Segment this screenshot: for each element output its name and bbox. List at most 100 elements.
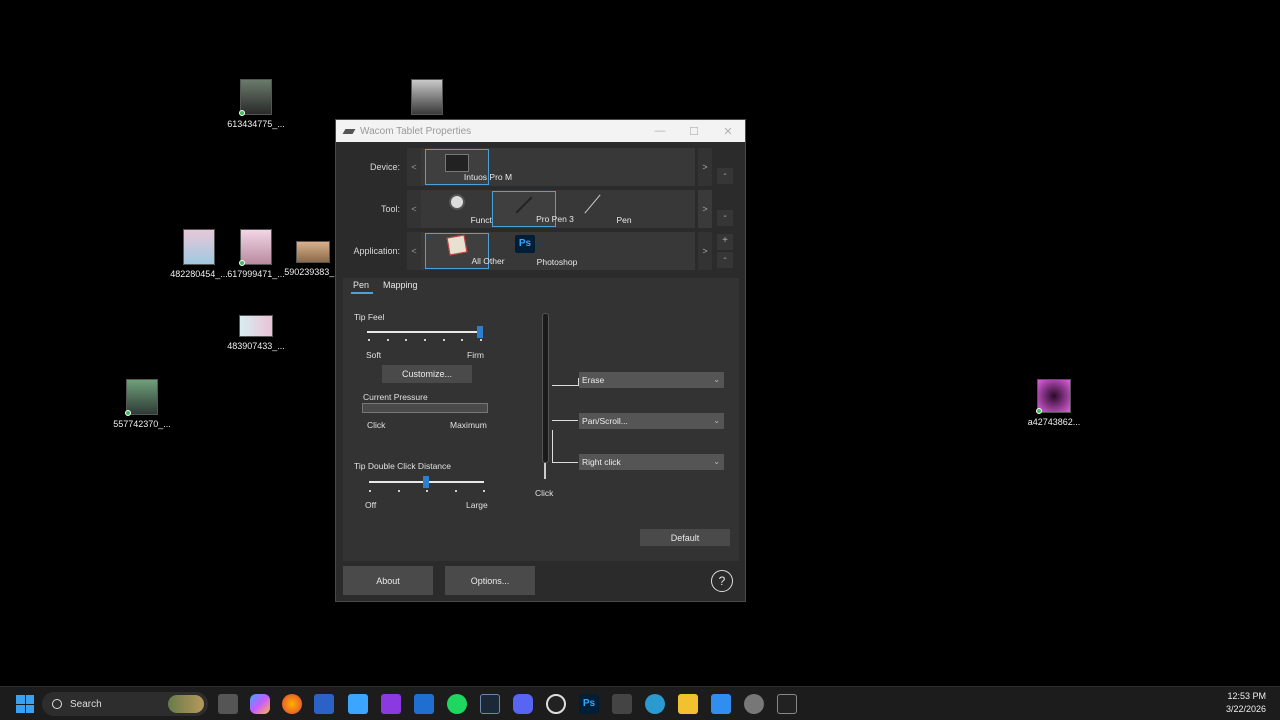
tablet-icon bbox=[445, 154, 469, 172]
pen-graphic bbox=[542, 313, 549, 463]
photoshop-taskbar-icon[interactable]: Ps bbox=[579, 694, 599, 714]
pen-tip bbox=[544, 463, 546, 479]
application-label: Application: bbox=[353, 246, 400, 256]
slider-tick bbox=[405, 339, 408, 341]
double-click-label: Tip Double Click Distance bbox=[354, 461, 451, 471]
wacom-properties-window: Wacom Tablet Properties — ☐ ✕ Device: < … bbox=[335, 119, 746, 602]
desktop-file-icon[interactable] bbox=[382, 79, 472, 119]
tool-scroll-left[interactable]: < bbox=[407, 190, 421, 228]
pan-scroll-value: Pan/Scroll... bbox=[582, 416, 628, 426]
clipchamp-icon[interactable] bbox=[381, 694, 401, 714]
device-label: Device: bbox=[369, 162, 400, 172]
help-icon[interactable]: ? bbox=[711, 570, 733, 592]
lower-button-connector bbox=[552, 462, 578, 463]
app-all-other[interactable]: All Other bbox=[425, 233, 505, 269]
tool-row: Tool: < Functions Pro Pen 3 Pen > - bbox=[336, 190, 747, 228]
tab-mapping[interactable]: Mapping bbox=[383, 278, 418, 294]
pressure-maximum-label: Maximum bbox=[450, 420, 487, 430]
close-button[interactable]: ✕ bbox=[711, 125, 745, 138]
double-click-slider[interactable] bbox=[423, 476, 429, 488]
audio-app-icon[interactable] bbox=[777, 694, 797, 714]
app-add-button[interactable]: + bbox=[717, 234, 733, 250]
clock-date: 3/22/2026 bbox=[1225, 704, 1266, 714]
desktop-file-icon[interactable]: a42743862... bbox=[1009, 379, 1099, 427]
slider-tick bbox=[480, 339, 482, 341]
task-view-icon[interactable] bbox=[218, 694, 238, 714]
erase-value: Erase bbox=[582, 375, 605, 385]
functions-icon bbox=[449, 194, 465, 210]
start-windows-icon[interactable] bbox=[16, 695, 34, 713]
application-strip: < All Other Ps Photoshop bbox=[407, 232, 695, 270]
file-label: a42743862... bbox=[1027, 417, 1081, 427]
desktop-file-icon[interactable]: 613434775_... bbox=[211, 79, 301, 129]
file-label: 590239383_... bbox=[284, 267, 342, 277]
slider-tick bbox=[461, 339, 464, 341]
device-scroll-right[interactable]: > bbox=[698, 148, 712, 186]
slider-tick bbox=[454, 490, 457, 492]
window-title: Wacom Tablet Properties bbox=[360, 125, 472, 137]
file-explorer-icon[interactable] bbox=[678, 694, 698, 714]
app-remove-button[interactable]: - bbox=[717, 252, 733, 268]
system-clock[interactable]: 12:53 PM 3/22/2026 bbox=[1226, 690, 1266, 716]
copilot-icon[interactable] bbox=[250, 694, 270, 714]
desktop-file-icon[interactable]: 483907433_... bbox=[211, 315, 301, 351]
slider-tick bbox=[397, 490, 400, 492]
steam-icon[interactable] bbox=[480, 694, 500, 714]
minimize-button[interactable]: — bbox=[643, 125, 677, 138]
photoshop-badge: Ps bbox=[518, 238, 532, 249]
tip-feel-slider[interactable] bbox=[477, 326, 483, 338]
tab-pen[interactable]: Pen bbox=[351, 278, 374, 294]
options-button[interactable]: Options... bbox=[445, 566, 535, 595]
tool-remove-button[interactable]: - bbox=[717, 210, 733, 226]
image-thumbnail bbox=[125, 379, 158, 416]
firm-label: Firm bbox=[467, 350, 484, 360]
firefox-icon[interactable] bbox=[282, 694, 302, 714]
pen-app-icon bbox=[342, 128, 356, 134]
obs-icon[interactable] bbox=[546, 694, 566, 714]
customize-button[interactable]: Customize... bbox=[382, 365, 472, 383]
image-thumbnail bbox=[239, 79, 272, 116]
search-placeholder: Search bbox=[70, 698, 102, 710]
tool-pen[interactable]: Pen bbox=[560, 191, 632, 227]
app-scroll-right[interactable]: > bbox=[698, 232, 712, 270]
desktop-file-icon[interactable]: 557742370_... bbox=[97, 379, 187, 429]
slider-tick bbox=[368, 339, 370, 341]
powershell-icon[interactable] bbox=[314, 694, 334, 714]
pan-scroll-dropdown[interactable]: Pan/Scroll... ⌄ bbox=[579, 413, 724, 429]
pen-settings-panel: Pen Mapping Tip Feel Soft Firm Customize… bbox=[343, 278, 739, 561]
app-photoshop[interactable]: Ps Photoshop bbox=[493, 233, 577, 269]
discord-icon[interactable] bbox=[513, 694, 533, 714]
device-strip: < Intuos Pro M bbox=[407, 148, 695, 186]
device-intuos-pro-m[interactable]: Intuos Pro M bbox=[425, 149, 512, 185]
slider-tick bbox=[424, 339, 426, 341]
wacom-icon[interactable] bbox=[612, 694, 632, 714]
app-scroll-left[interactable]: < bbox=[407, 232, 421, 270]
erase-dropdown[interactable]: Erase ⌄ bbox=[579, 372, 724, 388]
tool-functions[interactable]: Functions bbox=[425, 191, 507, 227]
title-bar[interactable]: Wacom Tablet Properties — ☐ ✕ bbox=[336, 120, 745, 142]
about-button[interactable]: About bbox=[343, 566, 433, 595]
tool-name: Pen bbox=[616, 215, 632, 225]
pen-icon bbox=[583, 194, 601, 214]
file-label: 613434775_... bbox=[227, 119, 285, 129]
device-name: Intuos Pro M bbox=[463, 172, 513, 182]
browser-icon[interactable] bbox=[645, 694, 665, 714]
notepad-icon[interactable] bbox=[348, 694, 368, 714]
maximize-button[interactable]: ☐ bbox=[677, 125, 711, 138]
spotify-icon[interactable] bbox=[447, 694, 467, 714]
photoshop-taskbar-badge: Ps bbox=[582, 698, 596, 709]
photos-icon[interactable] bbox=[711, 694, 731, 714]
outlook-icon[interactable] bbox=[414, 694, 434, 714]
tool-pro-pen-3[interactable]: Pro Pen 3 bbox=[492, 191, 574, 227]
device-scroll-left[interactable]: < bbox=[407, 148, 421, 186]
application-row: Application: < All Other Ps Photoshop > … bbox=[336, 232, 747, 270]
right-click-dropdown[interactable]: Right click ⌄ bbox=[579, 454, 724, 470]
tool-strip: < Functions Pro Pen 3 Pen bbox=[407, 190, 695, 228]
taskbar-search[interactable]: Search bbox=[42, 692, 208, 716]
device-remove-button[interactable]: - bbox=[717, 168, 733, 184]
soft-label: Soft bbox=[366, 350, 382, 360]
tool-scroll-right[interactable]: > bbox=[698, 190, 712, 228]
tool-label: Tool: bbox=[380, 204, 400, 214]
default-button[interactable]: Default bbox=[640, 529, 730, 546]
settings-gear-icon[interactable] bbox=[744, 694, 764, 714]
